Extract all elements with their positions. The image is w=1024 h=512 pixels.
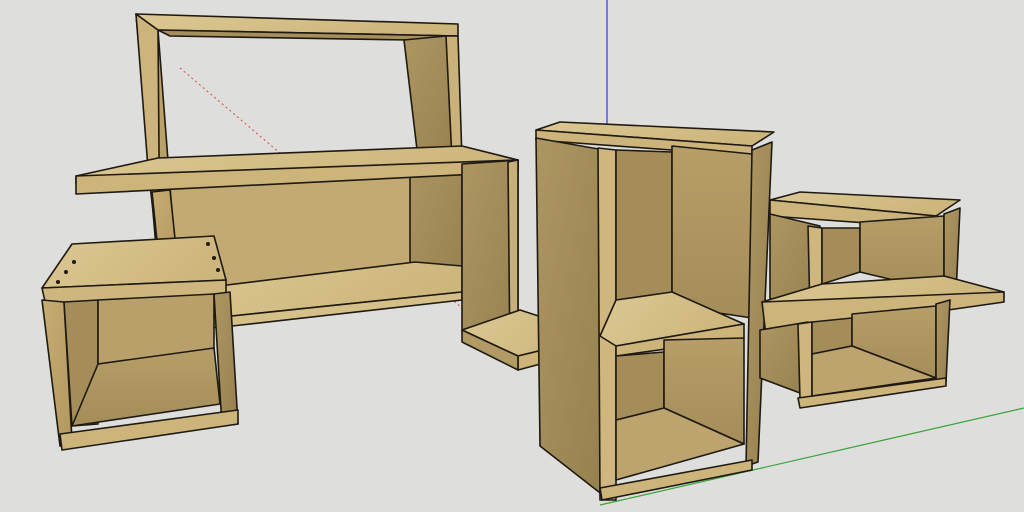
screw-dot xyxy=(216,268,220,272)
tall-tower[interactable] xyxy=(535,121,775,501)
3d-scene-canvas[interactable] xyxy=(0,0,1024,512)
screw-dot xyxy=(212,256,216,260)
screw-dot xyxy=(206,242,210,246)
left-cube-top xyxy=(41,235,227,289)
tower-left-side xyxy=(535,137,605,497)
screw-dot xyxy=(64,270,68,274)
right-unit[interactable] xyxy=(759,191,1005,409)
screw-dot xyxy=(72,260,76,264)
right-lower-left-edge xyxy=(797,321,813,401)
right-lower-right-outer xyxy=(935,299,951,383)
tower-right-inner xyxy=(671,145,753,319)
right-box-inner xyxy=(821,227,861,285)
screw-dot xyxy=(56,280,60,284)
modeling-viewport[interactable] xyxy=(0,0,1024,512)
left-cube[interactable] xyxy=(41,235,239,451)
tower-back-upper xyxy=(615,149,673,301)
